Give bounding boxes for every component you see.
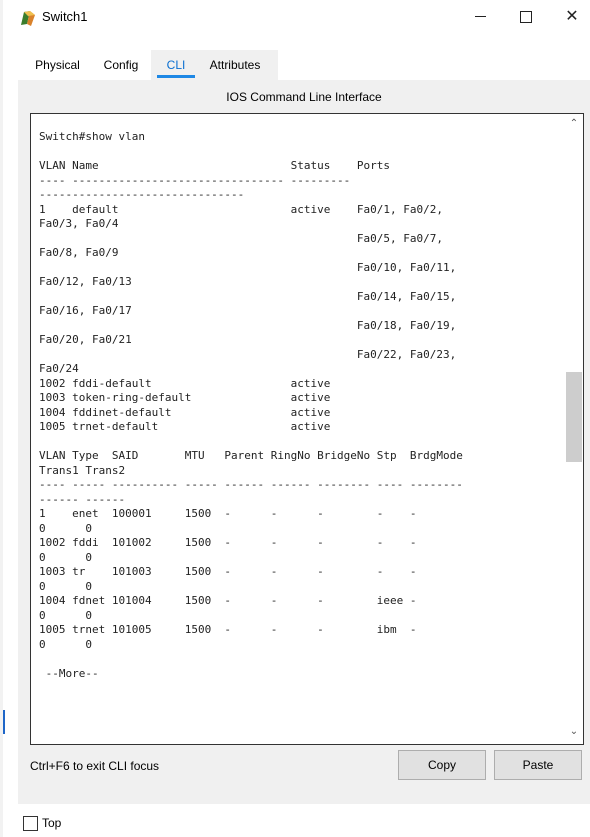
tab-cli-label: CLI [166, 58, 186, 72]
maximize-button[interactable] [504, 2, 548, 32]
top-checkbox[interactable] [23, 816, 38, 831]
paste-button[interactable]: Paste [494, 750, 582, 780]
tab-config[interactable]: Config [100, 58, 142, 80]
window-title: Switch1 [42, 9, 88, 24]
tab-physical[interactable]: Physical [30, 58, 85, 80]
footer-bar: Top [18, 804, 590, 837]
exit-cli-hint: Ctrl+F6 to exit CLI focus [30, 759, 160, 773]
scroll-up-icon[interactable]: ⌃ [565, 116, 583, 132]
cli-output[interactable]: Switch#show vlan VLAN Name Status Ports … [39, 130, 559, 738]
minimize-button[interactable] [458, 2, 502, 32]
device-panel: Physical Config CLI Attributes IOS Comma… [18, 50, 590, 804]
close-button[interactable]: ✕ [550, 2, 590, 32]
tab-attributes[interactable]: Attributes [205, 58, 265, 80]
title-bar: Switch1 ✕ [0, 0, 590, 34]
cli-heading: IOS Command Line Interface [226, 90, 382, 104]
tab-cli[interactable]: CLI [156, 58, 196, 80]
maximize-icon [520, 10, 532, 23]
cli-console[interactable]: Switch#show vlan VLAN Name Status Ports … [30, 113, 584, 745]
active-tab-underline [157, 75, 195, 78]
console-scrollbar[interactable]: ⌃ ⌄ [565, 114, 583, 744]
left-edge-marker [3, 710, 5, 734]
tab-strip: Physical Config CLI Attributes [18, 50, 590, 80]
copy-button[interactable]: Copy [398, 750, 486, 780]
scroll-thumb[interactable] [566, 372, 582, 462]
close-icon: ✕ [565, 8, 579, 25]
minimize-icon [474, 16, 486, 18]
scroll-down-icon[interactable]: ⌄ [565, 724, 583, 740]
tab-strip-background-right [278, 50, 590, 80]
switch-device-icon [21, 11, 35, 26]
top-label: Top [42, 816, 62, 830]
